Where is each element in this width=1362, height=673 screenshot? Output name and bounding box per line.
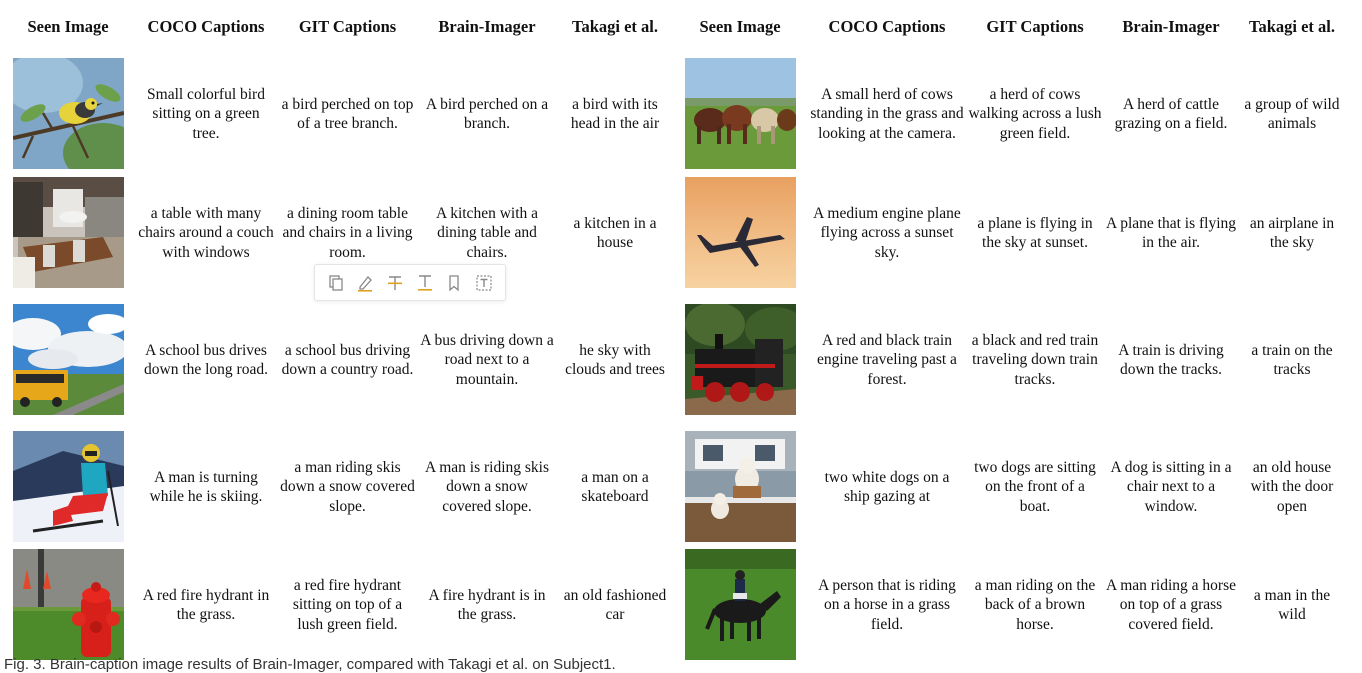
row3-right-coco-caption: A red and black train engine traveling p… <box>817 331 957 388</box>
row1-right-coco-caption: A small herd of cows standing in the gra… <box>810 85 964 142</box>
strikethrough-text-icon[interactable] <box>384 272 406 294</box>
row2-left-coco-caption: a table with many chairs around a couch … <box>138 204 274 261</box>
row1-left-brain-imager: A bird perched on a branch. <box>425 95 549 133</box>
header-seen-image-left: Seen Image <box>27 16 109 36</box>
seen-image-dogs-boat <box>685 431 796 542</box>
row1-right-takagi: a group of wild animals <box>1244 95 1340 133</box>
row4-right-brain-imager: A dog is sitting in a chair next to a wi… <box>1110 458 1232 515</box>
row1-left-coco-caption: Small colorful bird sitting on a green t… <box>147 85 265 142</box>
row1-left-git-caption: a bird perched on top of a tree branch. <box>281 95 414 133</box>
header-brain-imager-right: Brain-Imager <box>1122 16 1220 36</box>
row5-right-takagi: a man in the wild <box>1253 586 1331 624</box>
seen-image-fire-hydrant <box>13 549 124 660</box>
row3-left-brain-imager: A bus driving down a road next to a moun… <box>420 331 554 388</box>
header-git-captions-right: GIT Captions <box>986 16 1084 36</box>
row4-right-git-caption: two dogs are sitting on the front of a b… <box>974 458 1096 515</box>
seen-image-bird <box>13 58 124 169</box>
row4-left-git-caption: a man riding skis down a snow covered sl… <box>280 458 415 515</box>
row5-left-brain-imager: A fire hydrant is in the grass. <box>428 586 546 624</box>
copy-icon[interactable] <box>325 272 347 294</box>
row3-right-brain-imager: A train is driving down the tracks. <box>1118 341 1224 379</box>
row2-right-git-caption: a plane is flying in the sky at sunset. <box>977 214 1093 252</box>
header-coco-captions-left: COCO Captions <box>147 16 265 36</box>
row3-left-git-caption: a school bus driving down a country road… <box>281 341 414 379</box>
row3-right-git-caption: a black and red train traveling down tra… <box>971 331 1099 388</box>
row3-left-coco-caption: A school bus drives down the long road. <box>144 341 268 379</box>
seen-image-cows <box>685 58 796 169</box>
seen-image-skier <box>13 431 124 542</box>
row5-left-takagi: an old fashioned car <box>563 586 667 624</box>
row1-right-git-caption: a herd of cows walking across a lush gre… <box>968 85 1102 142</box>
row5-right-coco-caption: A person that is riding on a horse in a … <box>818 576 956 633</box>
seen-image-airplane <box>685 177 796 288</box>
row4-right-coco-caption: two white dogs on a ship gazing at <box>824 468 950 506</box>
row4-right-takagi: an old house with the door open <box>1250 458 1334 515</box>
seen-image-dining-room <box>13 177 124 288</box>
underline-text-icon[interactable] <box>414 272 436 294</box>
row5-right-brain-imager: A man riding a horse on top of a grass c… <box>1106 576 1237 633</box>
row2-right-brain-imager: A plane that is flying in the air. <box>1106 214 1237 252</box>
bookmark-icon[interactable] <box>443 272 465 294</box>
row5-left-git-caption: a red fire hydrant sitting on top of a l… <box>292 576 403 633</box>
seen-image-train <box>685 304 796 415</box>
highlight-pen-icon[interactable] <box>354 272 376 294</box>
header-takagi-right: Takagi et al. <box>1248 16 1336 36</box>
text-box-icon[interactable] <box>473 272 495 294</box>
header-brain-imager-left: Brain-Imager <box>438 16 536 36</box>
seen-image-school-bus <box>13 304 124 415</box>
row1-right-brain-imager: A herd of cattle grazing on a field. <box>1114 95 1228 133</box>
header-takagi-left: Takagi et al. <box>571 16 659 36</box>
row4-left-coco-caption: A man is turning while he is skiing. <box>149 468 263 506</box>
header-coco-captions-right: COCO Captions <box>828 16 946 36</box>
row4-left-takagi: a man on a skateboard <box>581 468 649 506</box>
row2-left-takagi: a kitchen in a house <box>573 214 657 252</box>
header-git-captions-left: GIT Captions <box>298 16 397 36</box>
row5-right-git-caption: a man riding on the back of a brown hors… <box>974 576 1096 633</box>
row2-right-takagi: an airplane in the sky <box>1249 214 1335 252</box>
seen-image-horse-rider <box>685 549 796 660</box>
row1-left-takagi: a bird with its head in the air <box>570 95 660 133</box>
row2-right-coco-caption: A medium engine plane flying across a su… <box>813 204 961 261</box>
header-seen-image-right: Seen Image <box>699 16 781 36</box>
row5-left-coco-caption: A red fire hydrant in the grass. <box>142 586 270 624</box>
row3-left-takagi: he sky with clouds and trees <box>565 341 665 379</box>
row3-right-takagi: a train on the tracks <box>1251 341 1333 379</box>
row4-left-brain-imager: A man is riding skis down a snow covered… <box>424 458 549 515</box>
figure-caption: Fig. 3. Brain-caption image results of B… <box>4 656 616 673</box>
annotation-toolbar <box>314 264 506 301</box>
